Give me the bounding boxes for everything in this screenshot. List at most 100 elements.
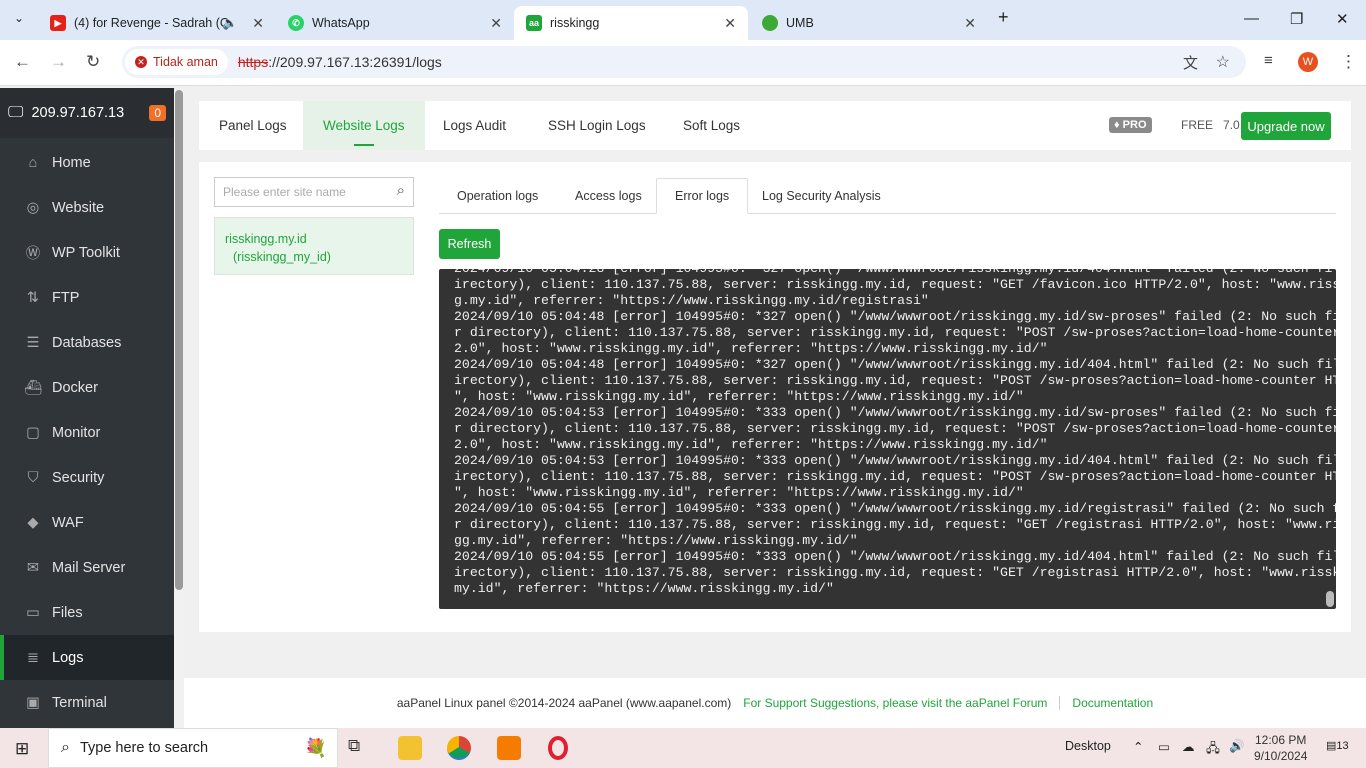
windows-start-icon[interactable]: ⊞ (15, 739, 29, 759)
sidebar-item-files[interactable]: ▭ Files (0, 590, 174, 635)
close-tab-icon[interactable]: ✕ (252, 15, 264, 32)
log-scrollbar[interactable] (1326, 591, 1334, 607)
url-text: ://209.97.167.13:26391/logs (268, 54, 442, 70)
search-icon: ⌕ (61, 739, 70, 756)
media-control-icon[interactable]: ≡ (1264, 52, 1273, 69)
network-icon[interactable]: 🖧 (1206, 739, 1220, 760)
upgrade-now-button[interactable]: Upgrade now (1241, 112, 1331, 140)
sidebar: 🖵 209.97.167.13 0 ⌂ Home ◎ Website Ⓦ WP Toolk… (0, 88, 174, 728)
browser-menu-icon[interactable]: ⋮ (1340, 52, 1357, 72)
tab-log-security-analysis[interactable]: Log Security Analysis (744, 178, 899, 214)
desktop-toolbar-label[interactable]: Desktop (1065, 739, 1111, 753)
mail-icon: ✉ (26, 559, 40, 576)
url-input[interactable]: ✕ Tidak aman https://209.97.167.13:26391/… (122, 46, 1246, 78)
close-tab-icon[interactable]: ✕ (724, 15, 736, 32)
chrome-icon[interactable] (447, 736, 471, 760)
notifications-icon[interactable]: ▤13 (1326, 739, 1349, 752)
search-icon[interactable]: ⌕ (397, 182, 405, 199)
task-view-icon[interactable]: ⧉ (348, 736, 372, 760)
tab-access-logs[interactable]: Access logs (557, 178, 660, 214)
umb-icon (762, 15, 778, 31)
sidebar-item-label: Mail Server (52, 559, 126, 576)
translate-icon[interactable]: 文 (1183, 52, 1198, 73)
minimize-button[interactable]: — (1244, 10, 1259, 27)
sidebar-item-waf[interactable]: ◆ WAF (0, 500, 174, 545)
log-line: ", host: "www.risskingg.my.id", referrer… (454, 485, 1024, 500)
taskbar-search-input[interactable]: ⌕ Type here to search 💐 (48, 728, 338, 768)
reload-button[interactable]: ↻ (86, 52, 100, 72)
sidebar-item-databases[interactable]: ☰ Databases (0, 320, 174, 365)
tab-whatsapp[interactable]: ✆ WhatsApp ✕ (276, 6, 514, 40)
sidebar-item-label: WAF (52, 514, 84, 531)
docker-icon: ⛴ (24, 380, 43, 396)
onedrive-icon[interactable]: ☁ (1182, 739, 1195, 754)
sidebar-item-label: Home (52, 154, 91, 171)
back-button[interactable]: ← (14, 52, 31, 72)
tab-search-dropdown-icon[interactable]: ⌄ (14, 11, 24, 25)
log-line: irectory), client: 110.137.75.88, server… (454, 277, 1336, 292)
sidebar-item-label: Databases (52, 334, 122, 351)
tab-website-logs[interactable]: Website Logs (303, 101, 425, 150)
close-tab-icon[interactable]: ✕ (490, 15, 502, 32)
opera-icon[interactable] (548, 736, 568, 760)
sidebar-item-label: Files (52, 604, 83, 621)
meet-now-icon[interactable]: ▭ (1158, 739, 1170, 754)
sidebar-item-wp-toolkit[interactable]: Ⓦ WP Toolkit (0, 230, 174, 275)
pro-badge[interactable]: ♦ PRO (1109, 117, 1152, 133)
tab-ssh-login-logs[interactable]: SSH Login Logs (528, 101, 666, 150)
sidebar-item-terminal[interactable]: ▣ Terminal (0, 680, 174, 725)
new-tab-button[interactable]: + (998, 7, 1009, 28)
windows-taskbar: ⊞ ⌕ Type here to search 💐 ⧉ Desktop ⌃ ▭ … (0, 728, 1366, 768)
maximize-button[interactable]: ❐ (1290, 10, 1303, 28)
file-explorer-icon[interactable] (398, 736, 422, 760)
database-icon: ☰ (26, 334, 40, 351)
volume-icon[interactable]: 🔊 (1229, 739, 1245, 754)
logs-icon: ≣ (26, 649, 40, 666)
log-line: 2024/09/10 05:04:53 [error] 104995#0: *3… (454, 453, 1336, 468)
home-icon: ⌂ (28, 154, 38, 171)
tab-panel-logs[interactable]: Panel Logs (199, 101, 307, 150)
sidebar-item-logs[interactable]: ≣ Logs (0, 635, 174, 680)
url-scheme: https (237, 54, 269, 70)
sidebar-item-docker[interactable]: ⛴ Docker (0, 365, 174, 410)
tab-soft-logs[interactable]: Soft Logs (663, 101, 760, 150)
sidebar-item-security[interactable]: ⛉ Security (0, 455, 174, 500)
error-log-viewer[interactable]: 2024/09/10 05:04:28 [error] 104995#0: *3… (439, 269, 1336, 609)
xampp-icon[interactable] (497, 736, 521, 760)
sidebar-item-website[interactable]: ◎ Website (0, 185, 174, 230)
tab-operation-logs[interactable]: Operation logs (439, 178, 556, 214)
website-logs-panel: Please enter site name ⌕ risskingg.my.id… (199, 162, 1351, 632)
speaker-icon[interactable]: 🔈 (222, 16, 238, 31)
close-tab-icon[interactable]: ✕ (964, 15, 976, 32)
profile-avatar[interactable]: W (1298, 52, 1318, 72)
shield-icon: ⛉ (27, 469, 39, 486)
tab-logs-audit[interactable]: Logs Audit (423, 101, 526, 150)
site-search-input[interactable]: Please enter site name ⌕ (214, 177, 414, 207)
sidebar-item-monitor[interactable]: ▢ Monitor (0, 410, 174, 455)
close-window-button[interactable]: ✕ (1336, 10, 1349, 28)
clock[interactable]: 12:06 PM 9/10/2024 (1254, 732, 1307, 764)
site-security-chip[interactable]: ✕ Tidak aman (125, 49, 228, 75)
refresh-button[interactable]: Refresh (439, 229, 500, 259)
sidebar-item-home[interactable]: ⌂ Home (0, 140, 174, 185)
site-list-item[interactable]: risskingg.my.id (risskingg_my_id) (214, 217, 414, 275)
terminal-icon: ▣ (26, 694, 40, 711)
support-forum-link[interactable]: For Support Suggestions, please visit th… (743, 696, 1047, 710)
sidebar-item-ftp[interactable]: ⇅ FTP (0, 275, 174, 320)
tab-error-logs[interactable]: Error logs (656, 178, 749, 214)
sidebar-item-mail-server[interactable]: ✉ Mail Server (0, 545, 174, 590)
tab-risskingg[interactable]: aa risskingg ✕ (514, 6, 748, 40)
log-line: r directory), client: 110.137.75.88, ser… (454, 517, 1336, 532)
browser-tab-strip: ⌄ ▶ (4) for Revenge - Sadrah (O 🔈 ✕ ✆ Wh… (0, 0, 1366, 40)
notification-badge[interactable]: 0 (149, 105, 166, 121)
documentation-link[interactable]: Documentation (1072, 696, 1153, 710)
show-hidden-icons[interactable]: ⌃ (1133, 739, 1143, 754)
tab-youtube[interactable]: ▶ (4) for Revenge - Sadrah (O 🔈 ✕ (38, 6, 276, 40)
sidebar-item-label: FTP (52, 289, 80, 306)
bookmark-star-icon[interactable]: ☆ (1216, 52, 1230, 72)
sidebar-scrollbar[interactable] (174, 88, 184, 728)
server-header: 🖵 209.97.167.13 0 (0, 88, 174, 138)
tab-umb[interactable]: UMB ✕ (750, 6, 988, 40)
forward-button[interactable]: → (50, 52, 67, 72)
sidebar-item-label: Docker (52, 379, 98, 396)
